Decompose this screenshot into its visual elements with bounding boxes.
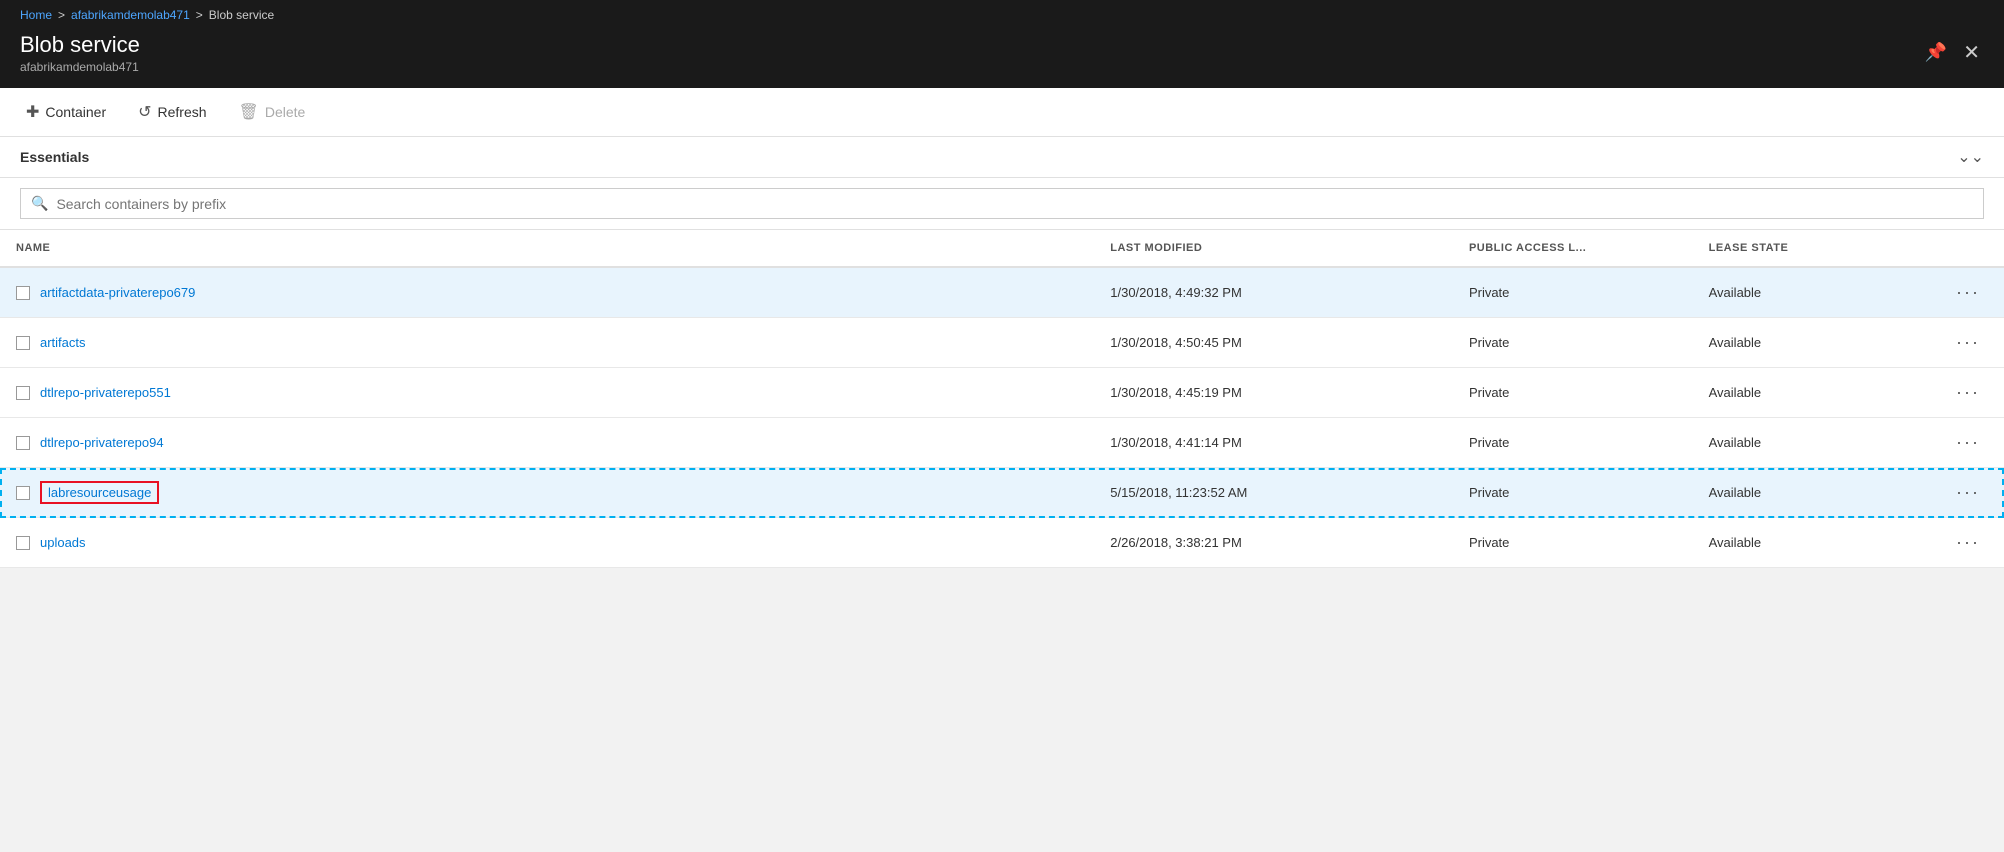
- close-icon: ✕: [1963, 40, 1980, 65]
- row-checkbox[interactable]: [16, 336, 30, 350]
- public-access-cell: Private: [1453, 418, 1693, 468]
- actions-cell: ···: [1932, 318, 2004, 368]
- row-checkbox[interactable]: [16, 286, 30, 300]
- container-name-link[interactable]: dtlrepo-privaterepo551: [40, 385, 171, 400]
- lease-state-cell: Available: [1693, 267, 1932, 318]
- col-actions: [1932, 230, 2004, 267]
- lease-state-cell: Available: [1693, 418, 1932, 468]
- actions-cell: ···: [1932, 468, 2004, 518]
- public-access-cell: Private: [1453, 368, 1693, 418]
- actions-cell: ···: [1932, 267, 2004, 318]
- actions-cell: ···: [1932, 518, 2004, 568]
- name-cell-content: artifacts: [16, 335, 1078, 350]
- header-actions: 📌 ✕: [1921, 32, 1984, 69]
- search-icon: 🔍: [31, 195, 48, 212]
- lease-state-cell: Available: [1693, 518, 1932, 568]
- container-name-link[interactable]: labresourceusage: [48, 485, 151, 500]
- more-actions-button[interactable]: ···: [1948, 330, 1988, 355]
- search-wrapper: 🔍: [20, 188, 1984, 219]
- lease-state-cell: Available: [1693, 318, 1932, 368]
- breadcrumb-home[interactable]: Home: [20, 8, 52, 22]
- essentials-bar: Essentials ⌄⌄: [0, 137, 2004, 178]
- page-title: Blob service: [20, 32, 140, 58]
- table-row[interactable]: artifactdata-privaterepo679 1/30/2018, 4:…: [0, 267, 2004, 318]
- table-row[interactable]: dtlrepo-privaterepo94 1/30/2018, 4:41:14 …: [0, 418, 2004, 468]
- delete-button[interactable]: 🗑 Delete: [233, 98, 312, 126]
- table-row[interactable]: labresourceusage 5/15/2018, 11:23:52 AMPr…: [0, 468, 2004, 518]
- essentials-toggle[interactable]: ⌄⌄: [1957, 147, 1984, 167]
- table-row[interactable]: artifacts 1/30/2018, 4:50:45 PMPrivateAva…: [0, 318, 2004, 368]
- name-cell: dtlrepo-privaterepo551: [0, 368, 1094, 418]
- more-actions-button[interactable]: ···: [1948, 280, 1988, 305]
- delete-icon: 🗑: [239, 102, 259, 122]
- more-actions-button[interactable]: ···: [1948, 380, 1988, 405]
- breadcrumb-sep2: >: [196, 8, 203, 22]
- table-body: artifactdata-privaterepo679 1/30/2018, 4:…: [0, 267, 2004, 568]
- plus-icon: ✚: [26, 102, 39, 122]
- name-cell: uploads: [0, 518, 1094, 568]
- more-actions-button[interactable]: ···: [1948, 530, 1988, 555]
- name-cell-content: uploads: [16, 535, 1078, 550]
- col-access: PUBLIC ACCESS L...: [1453, 230, 1693, 267]
- breadcrumb: Home > afabrikamdemolab471 > Blob servic…: [20, 0, 1984, 26]
- refresh-button[interactable]: ↺ Refresh: [132, 98, 212, 126]
- last-modified-cell: 2/26/2018, 3:38:21 PM: [1094, 518, 1453, 568]
- name-cell-content: labresourceusage: [16, 481, 1078, 504]
- table-container: NAME LAST MODIFIED PUBLIC ACCESS L... LE…: [0, 230, 2004, 568]
- name-cell: dtlrepo-privaterepo94: [0, 418, 1094, 468]
- container-name-link[interactable]: artifactdata-privaterepo679: [40, 285, 195, 300]
- name-cell-content: dtlrepo-privaterepo551: [16, 385, 1078, 400]
- lease-state-cell: Available: [1693, 468, 1932, 518]
- actions-cell: ···: [1932, 418, 2004, 468]
- col-modified: LAST MODIFIED: [1094, 230, 1453, 267]
- public-access-cell: Private: [1453, 267, 1693, 318]
- table-row[interactable]: dtlrepo-privaterepo551 1/30/2018, 4:45:19…: [0, 368, 2004, 418]
- close-button[interactable]: ✕: [1959, 36, 1984, 69]
- col-lease: LEASE STATE: [1693, 230, 1932, 267]
- container-name-link[interactable]: dtlrepo-privaterepo94: [40, 435, 164, 450]
- pin-button[interactable]: 📌: [1921, 38, 1951, 67]
- search-input[interactable]: [56, 196, 1973, 212]
- row-checkbox[interactable]: [16, 436, 30, 450]
- title-row: Blob service afabrikamdemolab471 📌 ✕: [20, 26, 1984, 88]
- container-name-link[interactable]: uploads: [40, 535, 86, 550]
- row-checkbox[interactable]: [16, 386, 30, 400]
- more-actions-button[interactable]: ···: [1948, 480, 1988, 505]
- actions-cell: ···: [1932, 368, 2004, 418]
- public-access-cell: Private: [1453, 468, 1693, 518]
- page-subtitle: afabrikamdemolab471: [20, 60, 140, 74]
- containers-table: NAME LAST MODIFIED PUBLIC ACCESS L... LE…: [0, 230, 2004, 568]
- last-modified-cell: 5/15/2018, 11:23:52 AM: [1094, 468, 1453, 518]
- add-container-button[interactable]: ✚ Container: [20, 98, 112, 126]
- last-modified-cell: 1/30/2018, 4:45:19 PM: [1094, 368, 1453, 418]
- breadcrumb-account[interactable]: afabrikamdemolab471: [71, 8, 190, 22]
- public-access-cell: Private: [1453, 318, 1693, 368]
- lease-state-cell: Available: [1693, 368, 1932, 418]
- pin-icon: 📌: [1925, 42, 1947, 63]
- name-cell: labresourceusage: [0, 468, 1094, 518]
- last-modified-cell: 1/30/2018, 4:49:32 PM: [1094, 267, 1453, 318]
- toolbar: ✚ Container ↺ Refresh 🗑 Delete: [0, 88, 2004, 137]
- refresh-icon: ↺: [138, 102, 151, 122]
- title-block: Blob service afabrikamdemolab471: [20, 32, 140, 74]
- breadcrumb-current: Blob service: [209, 8, 274, 22]
- header: Home > afabrikamdemolab471 > Blob servic…: [0, 0, 2004, 88]
- search-bar: 🔍: [0, 178, 2004, 230]
- row-checkbox[interactable]: [16, 536, 30, 550]
- name-cell-content: artifactdata-privaterepo679: [16, 285, 1078, 300]
- last-modified-cell: 1/30/2018, 4:50:45 PM: [1094, 318, 1453, 368]
- more-actions-button[interactable]: ···: [1948, 430, 1988, 455]
- name-cell: artifactdata-privaterepo679: [0, 267, 1094, 318]
- table-row[interactable]: uploads 2/26/2018, 3:38:21 PMPrivateAvail…: [0, 518, 2004, 568]
- name-cell-content: dtlrepo-privaterepo94: [16, 435, 1078, 450]
- name-cell: artifacts: [0, 318, 1094, 368]
- col-name: NAME: [0, 230, 1094, 267]
- table-header: NAME LAST MODIFIED PUBLIC ACCESS L... LE…: [0, 230, 2004, 267]
- public-access-cell: Private: [1453, 518, 1693, 568]
- container-name-link[interactable]: artifacts: [40, 335, 86, 350]
- row-checkbox[interactable]: [16, 486, 30, 500]
- last-modified-cell: 1/30/2018, 4:41:14 PM: [1094, 418, 1453, 468]
- essentials-label: Essentials: [20, 149, 89, 165]
- breadcrumb-sep1: >: [58, 8, 65, 22]
